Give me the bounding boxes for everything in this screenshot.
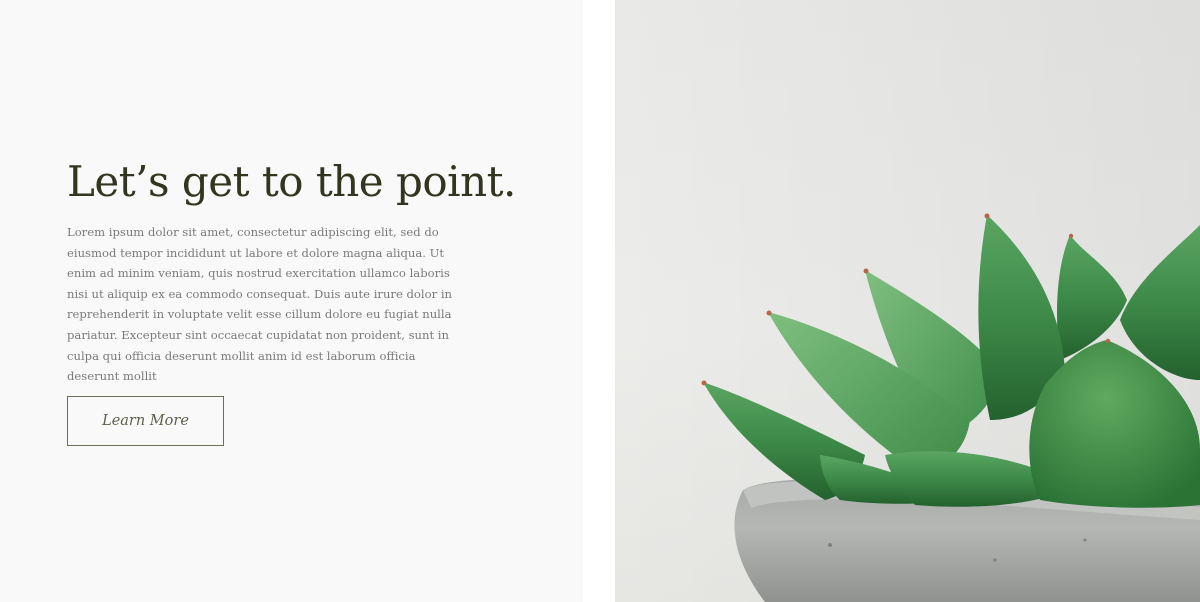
leaf-tip: [984, 213, 990, 219]
pot-pore: [993, 558, 997, 562]
leaf-tip: [1105, 338, 1111, 344]
succulent-illustration: [615, 0, 1200, 602]
hero-text-panel: Let’s get to the point. Lorem ipsum dolo…: [0, 0, 583, 602]
pot-pore: [1083, 538, 1087, 542]
hero-headline: Let’s get to the point.: [67, 157, 516, 206]
pot-pore: [828, 543, 832, 547]
panel-divider: [583, 0, 615, 602]
hero-body-text: Lorem ipsum dolor sit amet, consectetur …: [67, 225, 452, 384]
hero-image: [615, 0, 1200, 602]
leaf-tip: [701, 380, 707, 386]
leaf-tip: [766, 310, 772, 316]
leaf-tip: [1068, 233, 1074, 239]
leaf-tip: [863, 268, 869, 274]
learn-more-button[interactable]: Learn More: [67, 396, 224, 446]
